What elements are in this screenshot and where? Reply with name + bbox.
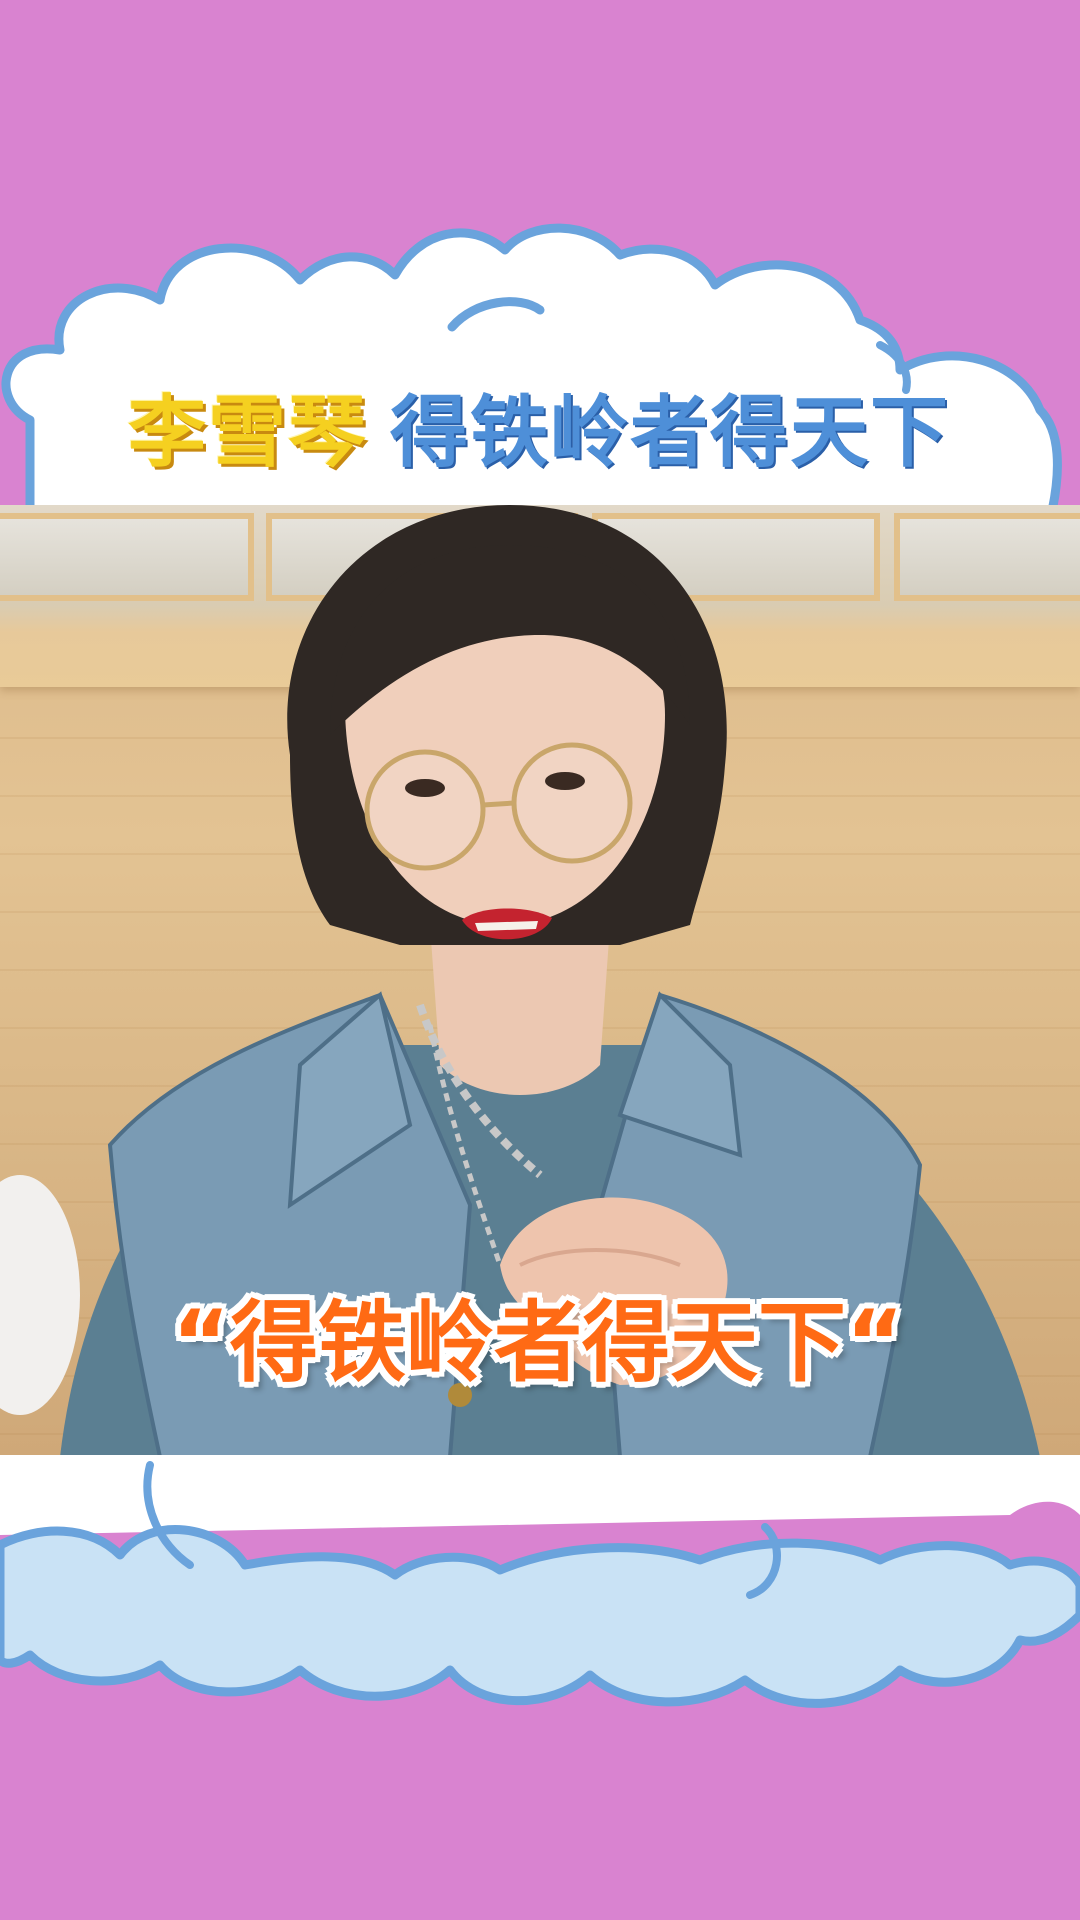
eye-right <box>545 772 585 790</box>
neck <box>430 925 610 1095</box>
eye-left <box>405 779 445 797</box>
title-name: 李雪琴 <box>128 388 369 478</box>
glasses-lens-right <box>511 742 633 864</box>
title-slogan: 得铁岭者得天下 <box>390 388 951 478</box>
bottom-cloud-banner <box>0 1455 1080 1708</box>
subtitle-caption: “得铁岭者得天下“ <box>172 1290 904 1394</box>
glasses-lens-left <box>364 749 486 871</box>
glasses-bridge <box>482 800 515 808</box>
video-title: 李雪琴 得铁岭者得天下 <box>128 376 968 478</box>
bottom-cloud-fill-top <box>0 1455 1080 1535</box>
bottom-cloud-shape <box>0 1525 1080 1708</box>
pillow <box>0 1175 80 1415</box>
